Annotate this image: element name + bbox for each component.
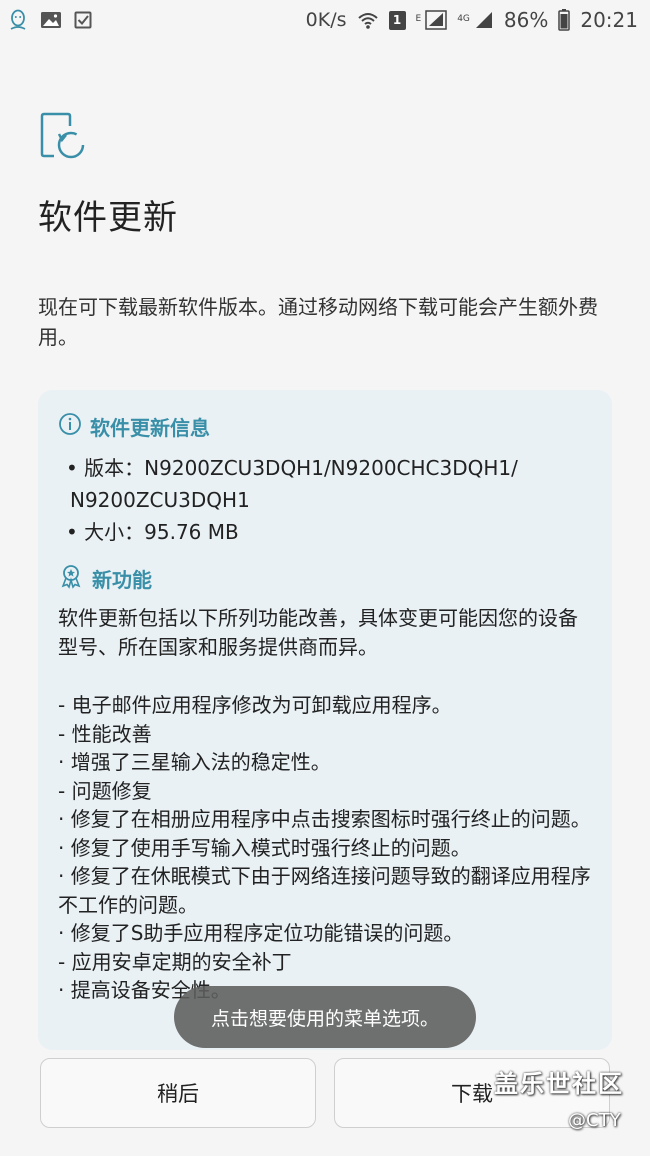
list-item: - 电子邮件应用程序修改为可卸载应用程序。: [58, 693, 452, 717]
update-info-list: • 版本：N9200ZCU3DQH1/N9200CHC3DQH1/ N9200Z…: [58, 452, 592, 548]
toast-message: 点击想要使用的菜单选项。: [174, 986, 476, 1048]
clock: 20:21: [580, 8, 638, 32]
update-info-header: 软件更新信息: [58, 410, 592, 442]
list-item: · 修复了在相册应用程序中点击搜索图标时强行终止的问题。: [58, 807, 591, 831]
version-line-cont: N9200ZCU3DQH1: [70, 488, 250, 512]
battery-percent: 86%: [503, 8, 549, 32]
wifi-icon: [357, 10, 379, 30]
signal-icon: [474, 10, 494, 30]
update-info-card[interactable]: 软件更新信息 • 版本：N9200ZCU3DQH1/N9200CHC3DQH1/…: [38, 390, 612, 1050]
status-bar-left: [8, 8, 92, 32]
e-label: E: [415, 14, 422, 24]
features-description: 软件更新包括以下所列功能改善，具体变更可能因您的设备型号、所在国家和服务提供商而…: [58, 606, 578, 659]
checkbox-icon: [74, 10, 92, 30]
list-item: · 修复了使用手写输入模式时强行终止的问题。: [58, 835, 471, 860]
size-line: • 大小：95.76 MB: [66, 520, 239, 544]
update-info-title: 软件更新信息: [90, 415, 210, 440]
status-bar-right: 0K/s 1 E 4G 86% 20:21: [306, 8, 638, 32]
features-title: 新功能: [92, 567, 152, 592]
list-item: - 应用安卓定期的安全补丁: [58, 949, 292, 974]
watermark: 盖乐世社区: [494, 1070, 624, 1098]
watermark-credit: @CTY: [568, 1110, 621, 1131]
signal-icon: [425, 10, 447, 30]
list-item: · 增强了三星输入法的稳定性。: [58, 750, 331, 774]
list-item: · 修复了S助手应用程序定位功能错误的问题。: [58, 921, 464, 945]
net-speed: 0K/s: [305, 9, 347, 31]
page-title: 软件更新: [38, 198, 178, 238]
qq-icon: [8, 8, 28, 32]
software-update-icon: [40, 112, 88, 162]
lte-label: 4G: [457, 14, 470, 24]
info-icon: [58, 412, 82, 441]
list-item: · 修复了在休眠模式下由于网络连接问题导致的翻译应用程序不工作的问题。: [58, 864, 591, 917]
battery-icon: [558, 9, 571, 31]
version-line: • 版本：N9200ZCU3DQH1/N9200CHC3DQH1/: [66, 456, 518, 480]
features-header: 新功能: [58, 562, 592, 594]
award-icon: [58, 563, 84, 594]
sim-badge: 1: [388, 10, 406, 30]
later-button[interactable]: 稍后: [40, 1058, 316, 1128]
image-icon: [40, 10, 62, 30]
intro-text: 现在可下载最新软件版本。通过移动网络下载可能会产生额外费用。: [38, 295, 598, 349]
change-list: - 电子邮件应用程序修改为可卸载应用程序。 - 性能改善 · 增强了三星输入法的…: [58, 691, 592, 1005]
list-item: - 性能改善: [58, 721, 152, 746]
status-bar: 0K/s 1 E 4G 86% 20:21: [0, 0, 650, 40]
list-item: - 问题修复: [58, 778, 152, 803]
